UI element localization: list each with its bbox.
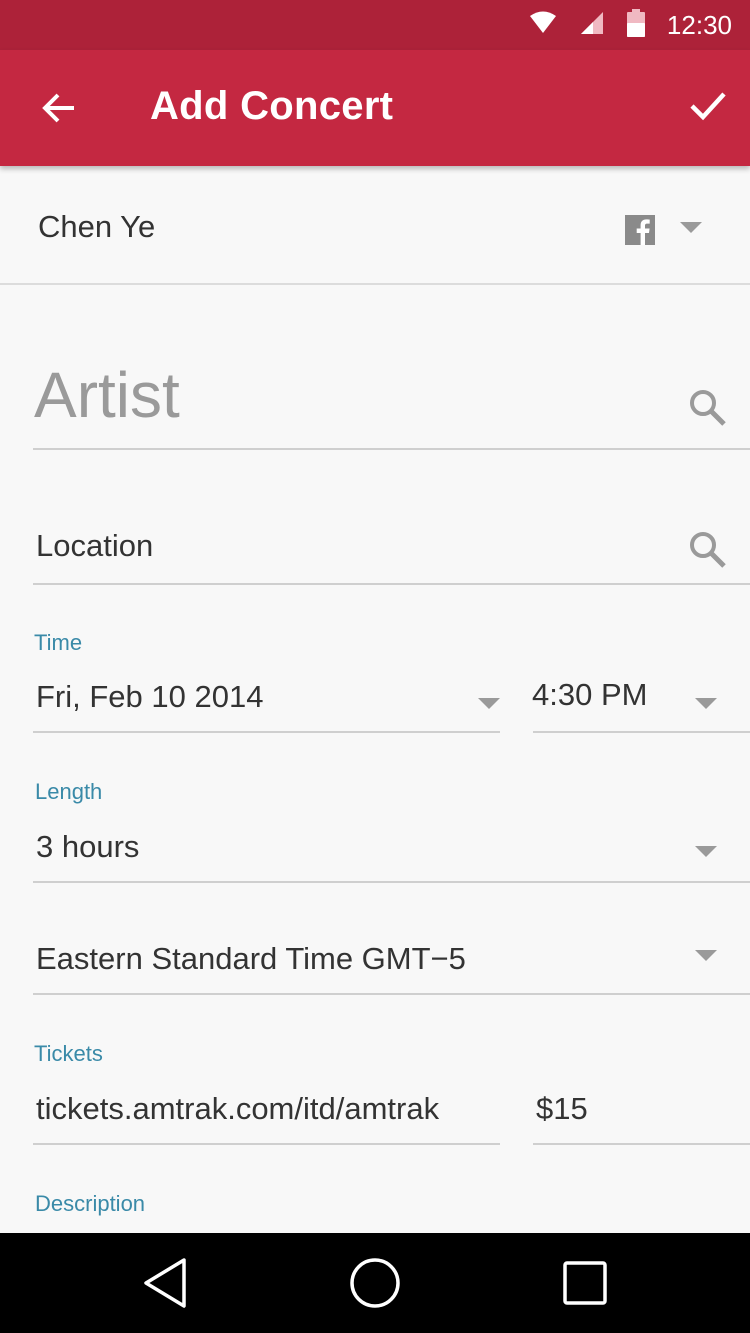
facebook-icon (625, 215, 655, 250)
account-name: Chen Ye (38, 209, 156, 244)
status-time: 12:30 (666, 9, 732, 40)
navigation-bar (0, 1233, 750, 1333)
tickets-price-input[interactable]: $15 (536, 1091, 588, 1127)
tickets-url-underline (33, 1143, 500, 1145)
location-underline (33, 583, 750, 585)
description-label: Description (35, 1191, 146, 1216)
status-bar: 12:30 (0, 0, 750, 50)
signal-icon (579, 10, 605, 41)
timezone-dropdown-icon[interactable] (695, 950, 717, 961)
artist-underline (33, 448, 750, 450)
recents-icon (560, 1258, 610, 1313)
app-bar: Add Concert (0, 50, 750, 166)
artist-input[interactable]: Artist (34, 358, 180, 432)
account-dropdown-icon[interactable] (680, 222, 702, 233)
date-dropdown-icon[interactable] (478, 698, 500, 709)
arrow-back-icon (40, 92, 76, 129)
page-title: Add Concert (150, 84, 394, 128)
tickets-url-input[interactable]: tickets.amtrak.com/itd/amtrak (36, 1091, 439, 1127)
timezone-underline (33, 993, 750, 995)
home-icon (348, 1256, 402, 1315)
wifi-icon (529, 11, 557, 40)
tickets-price-underline (533, 1143, 750, 1145)
back-button[interactable] (34, 86, 82, 134)
time-field[interactable]: 4:30 PM (532, 677, 647, 713)
nav-home-button[interactable] (347, 1257, 403, 1313)
nav-recents-button[interactable] (557, 1257, 613, 1313)
length-field[interactable]: 3 hours (36, 829, 139, 865)
date-field[interactable]: Fri, Feb 10 2014 (36, 679, 263, 715)
timezone-field[interactable]: Eastern Standard Time GMT−5 (36, 941, 466, 977)
tickets-label: Tickets (34, 1041, 103, 1066)
time-dropdown-icon[interactable] (695, 698, 717, 709)
length-underline (33, 881, 750, 883)
location-input[interactable]: Location (36, 528, 153, 564)
battery-icon (626, 8, 645, 42)
length-label: Length (35, 779, 103, 804)
date-underline (33, 731, 500, 733)
search-icon[interactable] (688, 388, 728, 433)
nav-back-button[interactable] (137, 1257, 193, 1313)
length-dropdown-icon[interactable] (695, 846, 717, 857)
check-icon (689, 91, 727, 126)
time-label: Time (34, 630, 83, 655)
time-underline (533, 731, 750, 733)
back-icon (140, 1256, 190, 1315)
location-search-icon[interactable] (688, 530, 728, 575)
save-button[interactable] (684, 84, 732, 132)
